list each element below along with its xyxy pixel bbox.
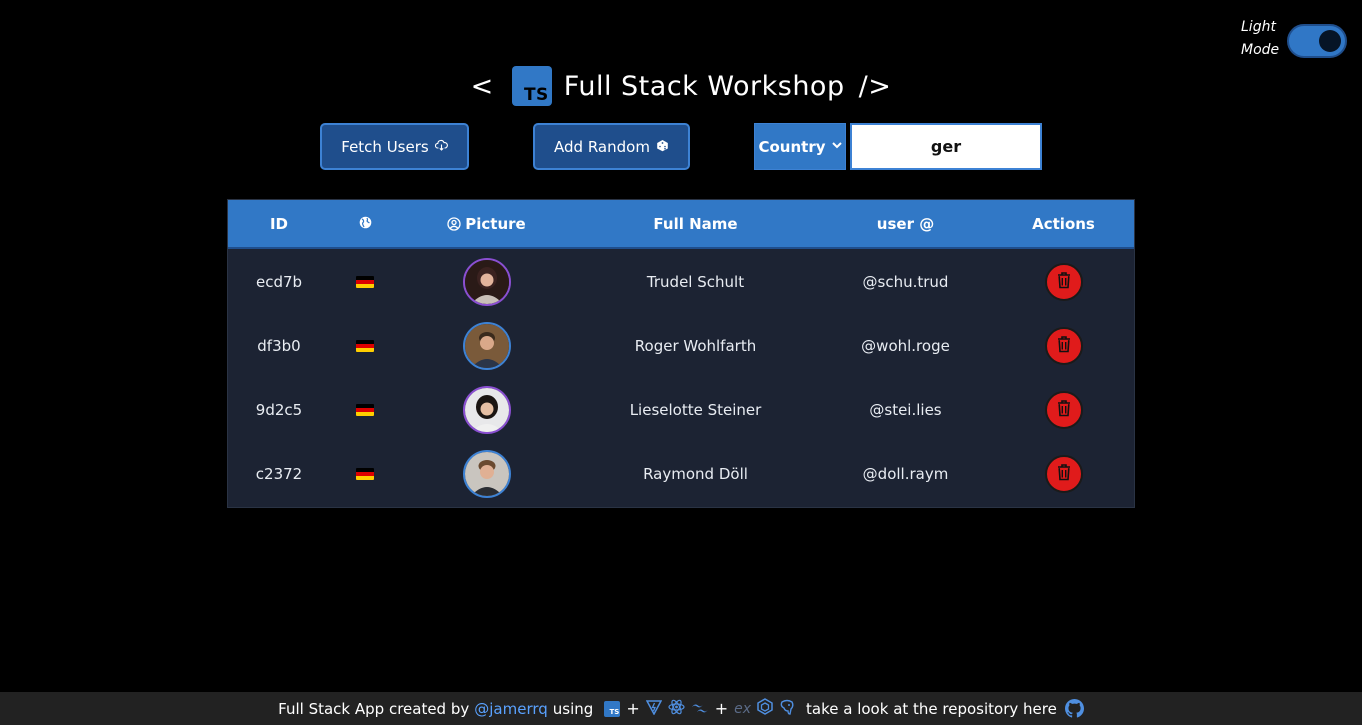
open-bracket: < bbox=[470, 70, 494, 102]
country-select-value: Country bbox=[758, 137, 826, 156]
picture-cell bbox=[400, 314, 573, 378]
cloud-download-icon bbox=[434, 139, 448, 154]
avatar bbox=[462, 450, 511, 498]
user-id: 9d2c5 bbox=[255, 401, 303, 419]
trash-icon bbox=[1056, 399, 1072, 421]
vite-icon bbox=[645, 699, 662, 719]
trash-icon bbox=[1056, 271, 1072, 293]
add-random-label: Add Random bbox=[554, 137, 650, 156]
prisma-icon bbox=[757, 698, 773, 719]
typescript-icon: TS bbox=[604, 700, 621, 717]
fetch-users-label: Fetch Users bbox=[341, 137, 429, 156]
app-root: Light Mode < TS Full Stack Workshop /> F… bbox=[0, 0, 1362, 725]
title-text: Full Stack Workshop bbox=[563, 70, 845, 102]
delete-user-button[interactable] bbox=[1044, 455, 1083, 493]
col-header-username: user @ bbox=[876, 214, 935, 233]
country-select[interactable]: Country bbox=[754, 123, 846, 170]
country-cell bbox=[330, 442, 400, 506]
country-cell bbox=[330, 250, 400, 314]
plus-icon: + bbox=[626, 699, 640, 718]
country-cell bbox=[330, 314, 400, 378]
tech-stack-icons: TS + + ex bbox=[604, 698, 795, 719]
country-search-input[interactable] bbox=[850, 123, 1042, 170]
user-id: c2372 bbox=[255, 465, 303, 483]
delete-user-button[interactable] bbox=[1044, 391, 1083, 429]
author-link[interactable]: @jamerrq bbox=[474, 700, 548, 718]
table-row: c2372 Raymond Döll @doll.raym bbox=[228, 442, 1134, 506]
user-id: ecd7b bbox=[255, 273, 303, 291]
fetch-users-button[interactable]: Fetch Users bbox=[320, 123, 469, 170]
col-header-actions: Actions bbox=[1032, 214, 1095, 233]
avatar bbox=[462, 258, 511, 306]
theme-toggle-switch[interactable] bbox=[1287, 24, 1347, 58]
col-header-id: ID bbox=[269, 214, 289, 233]
github-icon[interactable] bbox=[1064, 699, 1084, 718]
germany-flag-icon bbox=[356, 276, 374, 288]
germany-flag-icon bbox=[356, 340, 374, 352]
picture-cell bbox=[400, 378, 573, 442]
user-fullname: Trudel Schult bbox=[646, 273, 745, 291]
user-fullname: Raymond Döll bbox=[643, 465, 748, 483]
express-icon: ex bbox=[734, 700, 752, 717]
add-random-button[interactable]: Add Random bbox=[533, 123, 690, 170]
chevron-down-icon bbox=[831, 141, 842, 152]
users-table: ID Picture Full Name user @ Actions ecd7… bbox=[227, 199, 1135, 508]
footer: Full Stack App created by @jamerrq using… bbox=[0, 692, 1362, 725]
typescript-logo-text: TS bbox=[523, 85, 549, 105]
trash-icon bbox=[1056, 463, 1072, 485]
footer-using: using bbox=[552, 699, 594, 718]
tailwind-icon bbox=[691, 700, 709, 718]
footer-suffix: take a look at the repository here bbox=[806, 699, 1057, 718]
delete-user-button[interactable] bbox=[1044, 327, 1083, 365]
user-circle-icon bbox=[447, 216, 461, 231]
table-body: ecd7b Trudel Schult @schu.trud df3b0 Rog… bbox=[228, 249, 1134, 507]
user-handle: @wohl.roge bbox=[861, 337, 950, 355]
plus-icon: + bbox=[714, 699, 729, 718]
theme-toggle-label: Light Mode bbox=[1241, 16, 1285, 62]
col-header-picture: Picture bbox=[400, 200, 573, 247]
col-header-picture-label: Picture bbox=[465, 214, 526, 233]
germany-flag-icon bbox=[356, 468, 374, 480]
actions-cell bbox=[993, 378, 1134, 442]
globe-icon bbox=[359, 215, 372, 233]
trash-icon bbox=[1056, 335, 1072, 357]
close-bracket: /> bbox=[858, 70, 892, 102]
delete-user-button[interactable] bbox=[1044, 263, 1083, 301]
typescript-logo: TS bbox=[511, 66, 552, 106]
user-fullname: Lieselotte Steiner bbox=[629, 401, 762, 419]
actions-cell bbox=[993, 250, 1134, 314]
picture-cell bbox=[400, 442, 573, 506]
user-fullname: Roger Wohlfarth bbox=[634, 337, 757, 355]
table-row: 9d2c5 Lieselotte Steiner @stei.lies bbox=[228, 378, 1134, 442]
avatar bbox=[462, 386, 511, 434]
theme-toggle-label-line2: Mode bbox=[1241, 42, 1280, 58]
user-handle: @doll.raym bbox=[862, 465, 949, 483]
footer-prefix: Full Stack App created by bbox=[278, 699, 470, 718]
country-cell bbox=[330, 378, 400, 442]
table-header: ID Picture Full Name user @ Actions bbox=[228, 200, 1134, 249]
table-row: ecd7b Trudel Schult @schu.trud bbox=[228, 250, 1134, 314]
dice-icon bbox=[656, 139, 669, 155]
avatar bbox=[462, 322, 511, 370]
col-header-fullname: Full Name bbox=[653, 214, 738, 233]
col-header-country bbox=[330, 200, 400, 247]
theme-toggle-label-line1: Light bbox=[1241, 19, 1276, 35]
actions-cell bbox=[993, 442, 1134, 506]
toggle-knob bbox=[1319, 30, 1341, 52]
user-id: df3b0 bbox=[257, 337, 301, 355]
user-handle: @stei.lies bbox=[869, 401, 942, 419]
germany-flag-icon bbox=[356, 404, 374, 416]
actions-cell bbox=[993, 314, 1134, 378]
user-handle: @schu.trud bbox=[862, 273, 949, 291]
theme-toggle[interactable]: Light Mode bbox=[1241, 16, 1347, 62]
postgresql-icon bbox=[779, 699, 795, 719]
picture-cell bbox=[400, 250, 573, 314]
table-row: df3b0 Roger Wohlfarth @wohl.roge bbox=[228, 314, 1134, 378]
page-title: < TS Full Stack Workshop /> bbox=[0, 66, 1362, 106]
react-icon bbox=[668, 699, 685, 719]
